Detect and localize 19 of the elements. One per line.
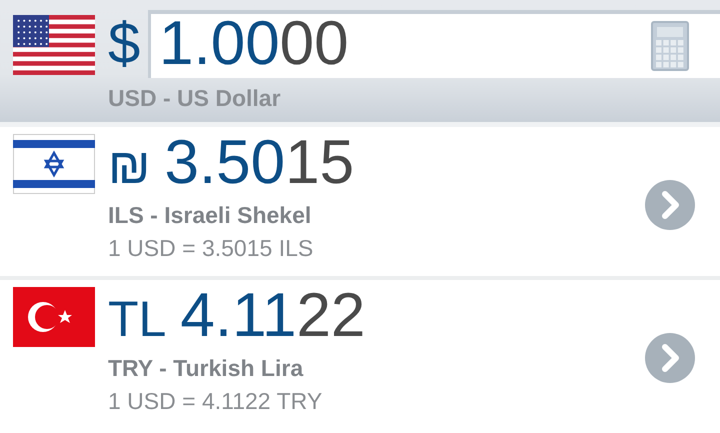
currency-name: TRY - Turkish Lira (108, 354, 304, 383)
currency-name: USD - US Dollar (108, 85, 282, 112)
currency-row[interactable]: ₪ 3.5015 ILS - Israeli Shekel 1 USD = 3.5015 ILS (0, 127, 720, 280)
converted-amount: 3.5015 (164, 127, 354, 199)
flag-icon (13, 15, 95, 75)
chevron-icon[interactable] (645, 333, 695, 383)
currency-name: ILS - Israeli Shekel (108, 201, 312, 230)
currency-symbol: ₪ (108, 137, 150, 196)
currency-symbol: TL (108, 290, 166, 349)
currency-symbol: $ (108, 15, 142, 73)
exchange-rate: 1 USD = 3.5015 ILS (108, 234, 314, 263)
calculator-icon[interactable] (651, 21, 689, 71)
exchange-rate: 1 USD = 4.1122 TRY (108, 387, 322, 416)
flag-icon (13, 287, 95, 347)
converted-amount: 4.1122 (180, 280, 366, 352)
amount-field[interactable]: 1.0000 (148, 10, 720, 78)
currency-row[interactable]: TL 4.1122 TRY - Turkish Lira 1 USD = 4.1122 TRY (0, 280, 720, 433)
chevron-icon[interactable] (645, 180, 695, 230)
flag-icon (13, 134, 95, 194)
